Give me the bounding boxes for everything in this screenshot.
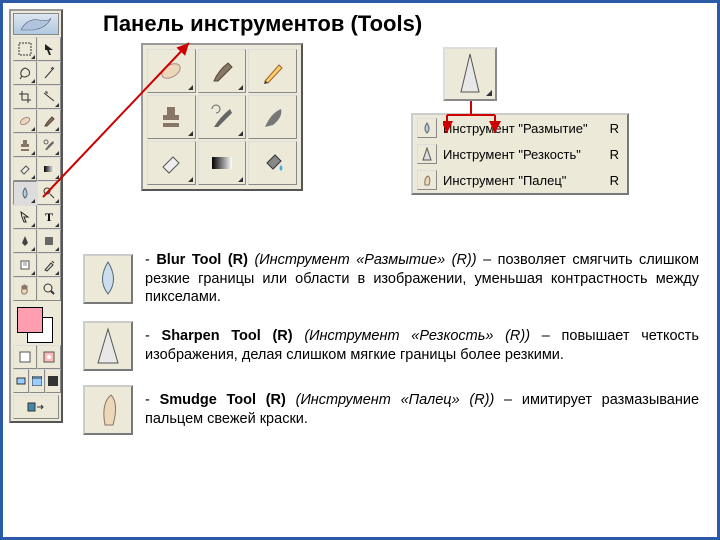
screen-std[interactable] [13,369,29,393]
dodge-tool[interactable] [37,181,61,205]
lasso-tool[interactable] [13,61,37,85]
eyedropper-tool[interactable] [37,253,61,277]
wand-tool[interactable] [37,61,61,85]
detail-healing[interactable] [147,49,196,93]
tool-flyout-menu: Инструмент "Размытие" R Инструмент "Резк… [411,113,629,195]
desc-text: - Sharpen Tool (R) (Инструмент «Резкость… [145,327,699,364]
detail-brush[interactable] [198,49,247,93]
standard-mode[interactable] [13,345,37,369]
desc-sharpen: - Sharpen Tool (R) (Инструмент «Резкость… [83,321,699,371]
gradient-tool[interactable] [37,157,61,181]
type-tool[interactable]: T [37,205,61,229]
flyout-item-smudge[interactable]: Инструмент "Палец" R [413,167,627,193]
detail-gradient[interactable] [198,141,247,185]
stamp-tool[interactable] [13,133,37,157]
descriptions: - Blur Tool (R) (Инструмент «Размытие» (… [83,251,699,449]
detail-art-history[interactable] [248,95,297,139]
blur-tool[interactable] [13,181,37,205]
eraser-tool[interactable] [13,157,37,181]
sharpen-icon [453,52,487,96]
blur-drop-icon [417,118,437,138]
tools-panel: T [9,9,63,423]
flyout-label: Инструмент "Резкость" [443,147,588,162]
flyout-label: Инструмент "Палец" [443,173,588,188]
detail-pencil[interactable] [248,49,297,93]
flyout-key: R [610,173,619,188]
healing-tool[interactable] [13,109,37,133]
fg-color[interactable] [17,307,43,333]
selected-tool-large[interactable] [443,47,497,101]
smudge-finger-icon [417,170,437,190]
detail-stamp[interactable] [147,95,196,139]
desc-text: - Smudge Tool (R) (Инструмент «Палец» (R… [145,391,699,428]
pen-tool[interactable] [13,229,37,253]
notes-tool[interactable] [13,253,37,277]
type-icon: T [45,210,53,225]
color-swatches[interactable] [13,305,59,345]
flyout-key: R [610,121,619,136]
desc-text: - Blur Tool (R) (Инструмент «Размытие» (… [145,251,699,307]
slice-tool[interactable] [37,85,61,109]
jump-to-imageready[interactable] [13,395,59,419]
sharpen-icon [417,144,437,164]
detail-eraser[interactable] [147,141,196,185]
screen-full[interactable] [45,369,61,393]
blur-drop-icon [83,254,133,304]
smudge-finger-icon [83,385,133,435]
path-tool[interactable] [13,205,37,229]
flyout-label: Инструмент "Размытие" [443,121,588,136]
shape-tool[interactable] [37,229,61,253]
hand-tool[interactable] [13,277,37,301]
detail-history-brush[interactable] [198,95,247,139]
history-brush-tool[interactable] [37,133,61,157]
flyout-key: R [610,147,619,162]
page-title: Панель инструментов (Tools) [103,11,422,37]
sharpen-icon [83,321,133,371]
move-tool[interactable] [37,37,61,61]
tool-detail-panel [141,43,303,191]
flyout-item-sharpen[interactable]: Инструмент "Резкость" R [413,141,627,167]
zoom-tool[interactable] [37,277,61,301]
flyout-item-blur[interactable]: Инструмент "Размытие" R [413,115,627,141]
marquee-tool[interactable] [13,37,37,61]
brush-tool[interactable] [37,109,61,133]
quickmask-mode[interactable] [37,345,61,369]
feather-icon [19,16,53,32]
detail-bucket[interactable] [248,141,297,185]
tools-grid: T [13,37,59,301]
crop-tool[interactable] [13,85,37,109]
screen-full-menu[interactable] [29,369,45,393]
panel-header[interactable] [13,13,59,35]
desc-blur: - Blur Tool (R) (Инструмент «Размытие» (… [83,251,699,307]
desc-smudge: - Smudge Tool (R) (Инструмент «Палец» (R… [83,385,699,435]
